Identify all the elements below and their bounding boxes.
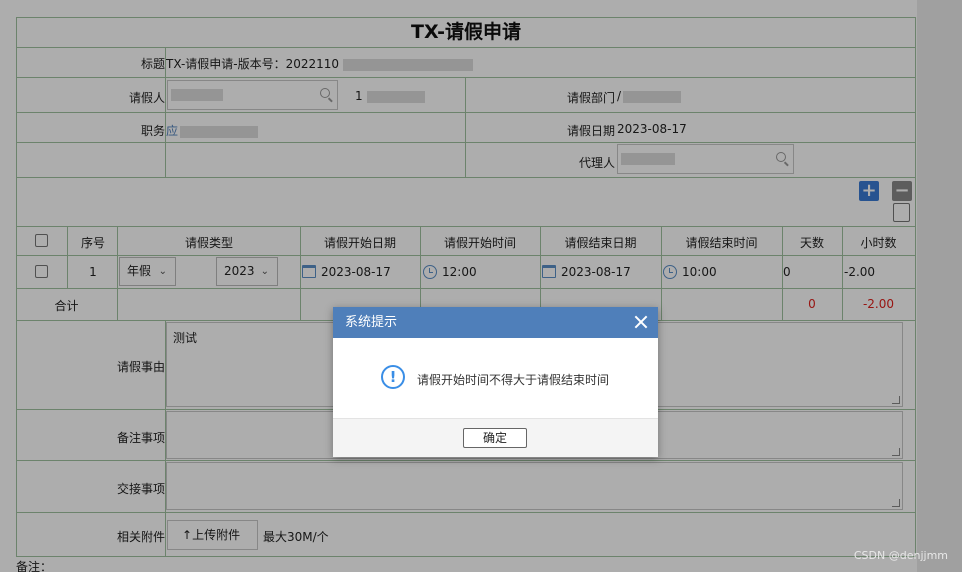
close-icon[interactable]	[634, 315, 648, 329]
system-alert-dialog: 系统提示 ! 请假开始时间不得大于请假结束时间 确定	[333, 307, 658, 457]
dialog-body: ! 请假开始时间不得大于请假结束时间	[333, 338, 658, 418]
warning-icon: !	[381, 365, 405, 389]
dialog-footer: 确定	[333, 418, 658, 457]
modal-overlay	[0, 0, 962, 572]
ok-button[interactable]: 确定	[463, 428, 527, 448]
watermark: CSDN @denjjmm	[853, 549, 948, 562]
dialog-message: 请假开始时间不得大于请假结束时间	[417, 373, 610, 387]
dialog-title: 系统提示	[345, 315, 398, 330]
dialog-header: 系统提示	[333, 307, 658, 338]
